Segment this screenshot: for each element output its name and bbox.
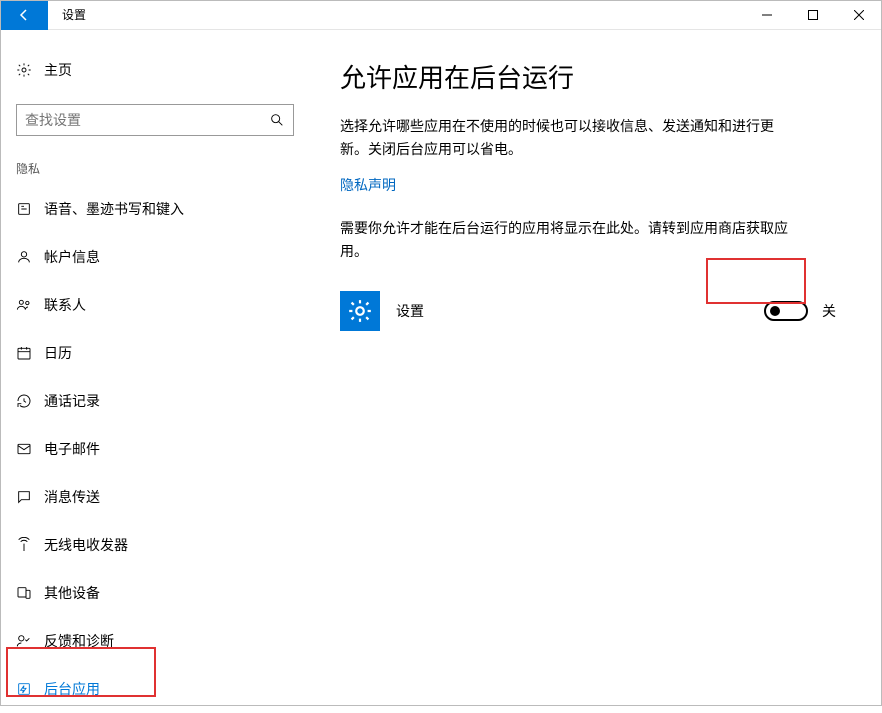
gear-icon xyxy=(16,62,44,78)
sidebar-item-label: 联系人 xyxy=(44,295,86,315)
sidebar-item-label: 通话记录 xyxy=(44,391,100,411)
sidebar-item-label: 消息传送 xyxy=(44,487,100,507)
speech-icon xyxy=(16,201,44,217)
account-icon xyxy=(16,249,44,265)
devices-icon xyxy=(16,585,44,601)
sidebar-home[interactable]: 主页 xyxy=(0,50,310,90)
background-toggle[interactable] xyxy=(764,301,808,321)
sidebar-item-email[interactable]: 电子邮件 xyxy=(0,425,310,473)
search-input-container[interactable] xyxy=(16,104,294,136)
sidebar-item-label: 日历 xyxy=(44,343,72,363)
sidebar-item-label: 反馈和诊断 xyxy=(44,631,114,651)
gear-icon xyxy=(347,298,373,324)
toggle-state-label: 关 xyxy=(822,301,836,321)
feedback-icon xyxy=(16,633,44,649)
close-icon xyxy=(854,10,864,20)
sidebar-item-label: 语音、墨迹书写和键入 xyxy=(44,199,184,219)
page-description: 选择允许哪些应用在不使用的时候也可以接收信息、发送通知和进行更新。关闭后台应用可… xyxy=(340,115,800,161)
call-history-icon xyxy=(16,393,44,409)
search-icon xyxy=(269,112,285,128)
sidebar-item-account-info[interactable]: 帐户信息 xyxy=(0,233,310,281)
window-controls xyxy=(744,0,882,30)
maximize-icon xyxy=(808,10,818,20)
settings-app-icon xyxy=(340,291,380,331)
email-icon xyxy=(16,441,44,457)
nav-list: 语音、墨迹书写和键入 帐户信息 联系人 日历 xyxy=(0,185,310,713)
sidebar-item-call-history[interactable]: 通话记录 xyxy=(0,377,310,425)
privacy-statement-link[interactable]: 隐私声明 xyxy=(340,175,396,195)
sidebar-item-speech-inking[interactable]: 语音、墨迹书写和键入 xyxy=(0,185,310,233)
app-name-label: 设置 xyxy=(396,301,424,321)
sidebar: 主页 隐私 语音、墨迹书写和键入 帐户信息 xyxy=(0,30,310,706)
toggle-knob xyxy=(770,306,780,316)
app-row-settings: 设置 关 xyxy=(340,291,842,331)
back-button[interactable] xyxy=(0,0,48,30)
messaging-icon xyxy=(16,489,44,505)
main-content: 允许应用在后台运行 选择允许哪些应用在不使用的时候也可以接收信息、发送通知和进行… xyxy=(310,30,882,706)
sidebar-item-label: 其他设备 xyxy=(44,583,100,603)
sidebar-item-label: 后台应用 xyxy=(44,679,100,699)
sidebar-item-label: 无线电收发器 xyxy=(44,535,128,555)
calendar-icon xyxy=(16,345,44,361)
section-title-privacy: 隐私 xyxy=(16,160,294,177)
maximize-button[interactable] xyxy=(790,0,836,30)
sidebar-item-contacts[interactable]: 联系人 xyxy=(0,281,310,329)
sidebar-item-label: 帐户信息 xyxy=(44,247,100,267)
contacts-icon xyxy=(16,297,44,313)
titlebar: 设置 xyxy=(0,0,882,30)
minimize-icon xyxy=(762,10,772,20)
page-heading: 允许应用在后台运行 xyxy=(340,58,842,95)
sidebar-item-other-devices[interactable]: 其他设备 xyxy=(0,569,310,617)
sidebar-item-messaging[interactable]: 消息传送 xyxy=(0,473,310,521)
page-info: 需要你允许才能在后台运行的应用将显示在此处。请转到应用商店获取应用。 xyxy=(340,217,800,263)
window-title: 设置 xyxy=(62,6,86,23)
minimize-button[interactable] xyxy=(744,0,790,30)
sidebar-item-label: 电子邮件 xyxy=(44,439,100,459)
background-apps-icon xyxy=(16,681,44,697)
close-button[interactable] xyxy=(836,0,882,30)
sidebar-item-calendar[interactable]: 日历 xyxy=(0,329,310,377)
radio-icon xyxy=(16,537,44,553)
sidebar-item-radios[interactable]: 无线电收发器 xyxy=(0,521,310,569)
sidebar-item-feedback[interactable]: 反馈和诊断 xyxy=(0,617,310,665)
home-label: 主页 xyxy=(44,60,72,80)
search-input[interactable] xyxy=(25,112,269,128)
arrow-left-icon xyxy=(16,7,32,23)
